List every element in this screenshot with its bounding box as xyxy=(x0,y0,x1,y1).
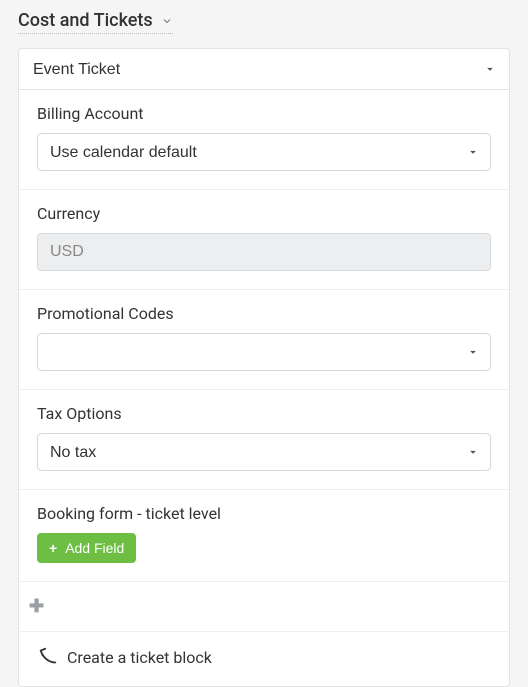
section-title: Cost and Tickets xyxy=(18,10,153,31)
booking-form-group: Booking form - ticket level + Add Field xyxy=(19,490,509,581)
plus-icon: + xyxy=(49,541,57,555)
create-ticket-block-label: Create a ticket block xyxy=(67,648,212,667)
currency-input xyxy=(37,233,491,271)
ticket-type-select-wrap: Event Ticket xyxy=(18,48,510,90)
section-header-cost-tickets[interactable]: Cost and Tickets xyxy=(18,10,173,34)
currency-group: Currency xyxy=(19,190,509,290)
billing-account-label: Billing Account xyxy=(37,104,491,123)
currency-label: Currency xyxy=(37,204,491,223)
promo-codes-select[interactable] xyxy=(37,333,491,371)
tax-options-select[interactable]: No tax xyxy=(37,433,491,471)
billing-account-group: Billing Account Use calendar default xyxy=(19,90,509,190)
tax-options-label: Tax Options xyxy=(37,404,491,423)
plus-icon: ✚ xyxy=(29,596,44,617)
tax-options-group: Tax Options No tax xyxy=(19,390,509,490)
add-field-button[interactable]: + Add Field xyxy=(37,533,136,563)
ticket-type-select[interactable]: Event Ticket xyxy=(19,49,509,89)
promo-codes-label: Promotional Codes xyxy=(37,304,491,323)
billing-account-select[interactable]: Use calendar default xyxy=(37,133,491,171)
chevron-down-icon xyxy=(161,15,173,27)
promo-codes-group: Promotional Codes xyxy=(19,290,509,390)
add-field-label: Add Field xyxy=(65,540,124,556)
add-block-row[interactable]: ✚ xyxy=(19,581,509,631)
booking-form-label: Booking form - ticket level xyxy=(37,504,491,523)
create-ticket-block-row: Create a ticket block xyxy=(19,631,509,686)
curved-arrow-icon xyxy=(37,646,59,668)
